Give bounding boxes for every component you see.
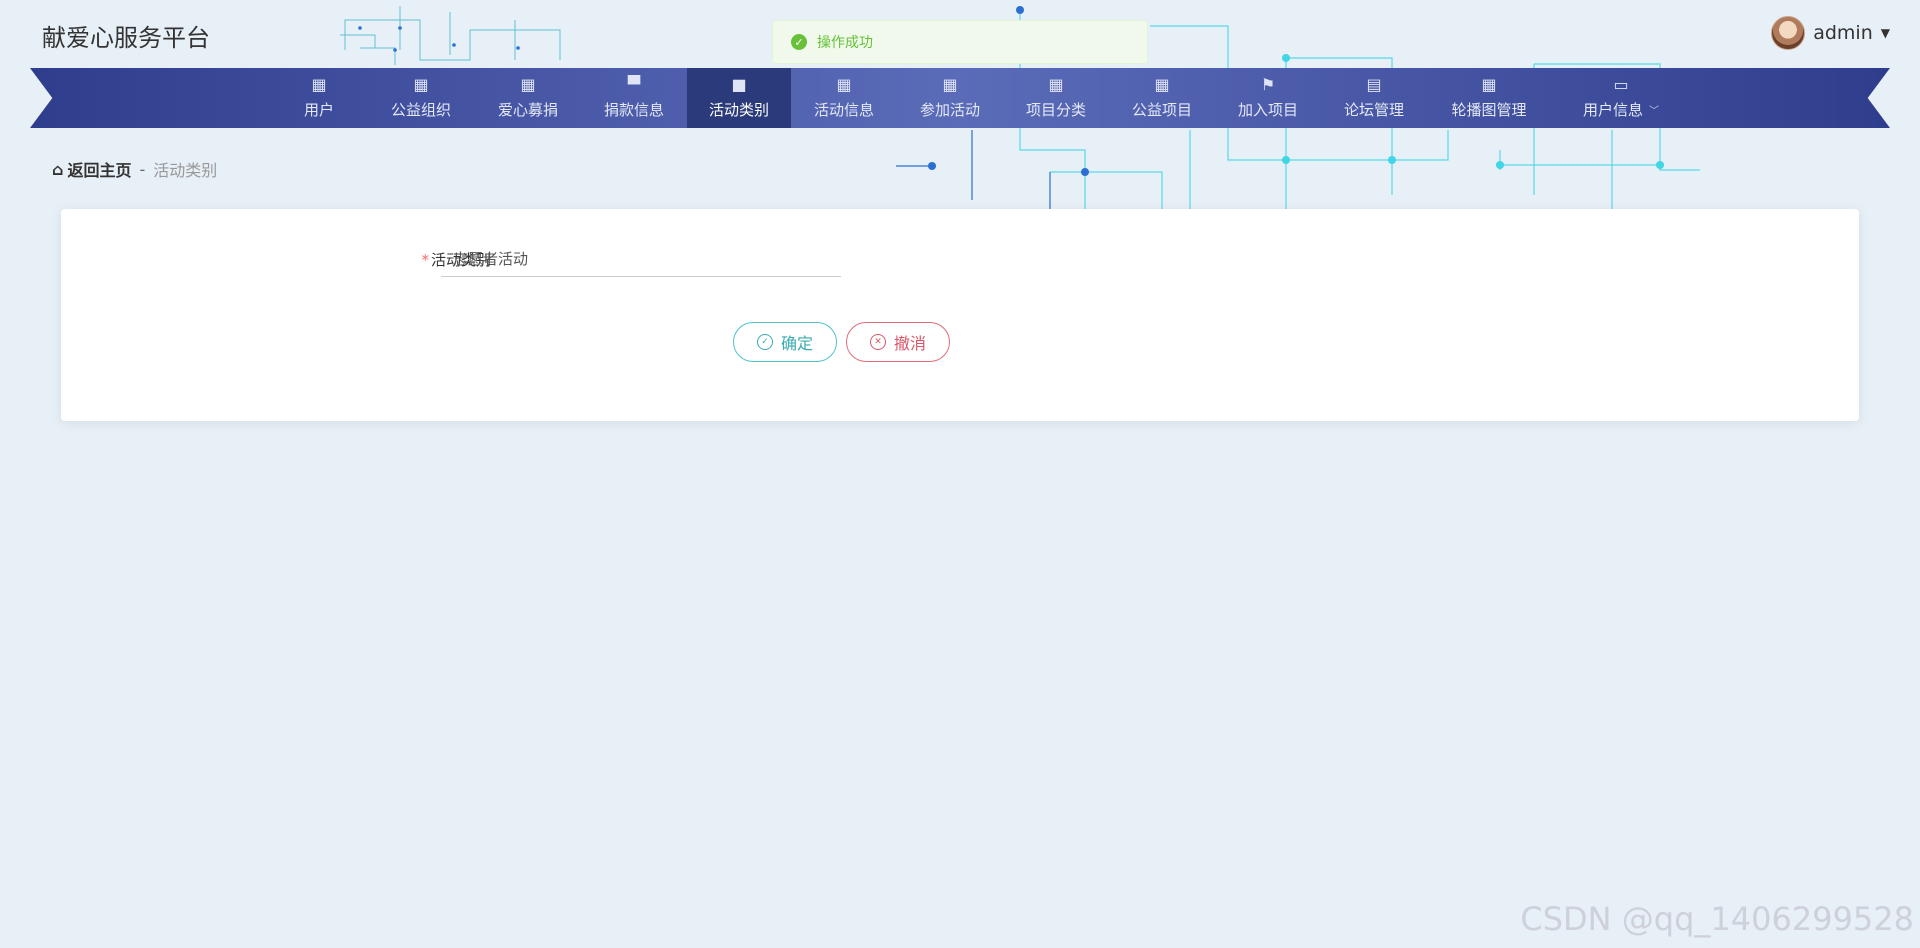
grid-icon: ▦ [311, 75, 327, 94]
activity-category-input[interactable] [441, 241, 841, 277]
nav-item-donation-info[interactable]: ▀ 捐款信息 [581, 68, 687, 128]
caret-down-icon[interactable]: ▼ [1881, 26, 1890, 40]
success-check-icon: ✓ [791, 34, 807, 50]
clipboard-icon: ▤ [1366, 75, 1382, 94]
confirm-button[interactable]: ✓ 确定 [733, 322, 837, 362]
avatar[interactable] [1771, 16, 1806, 50]
nav-item-activity-info[interactable]: ▦ 活动信息 [791, 68, 897, 128]
nav-item-label: 轮播图管理 [1451, 101, 1527, 119]
cancel-button[interactable]: ✕ 撤消 [846, 322, 950, 362]
nav-item-users[interactable]: ▦ 用户 [271, 68, 367, 128]
confirm-button-label: 确定 [780, 334, 813, 353]
nav-item-label: 公益组织 [390, 101, 451, 119]
main-navbar: ▦ 用户 ▦ 公益组织 ▦ 爱心募捐 ▀ 捐款信息 ■ 活动类别 ▦ 活动信息 … [30, 68, 1890, 128]
wallet-icon: ▭ [1613, 75, 1629, 94]
toast-message: 操作成功 [817, 35, 873, 51]
nav-item-activity-category[interactable]: ■ 活动类别 [687, 68, 791, 128]
nav-item-label: 爱心募捐 [497, 101, 558, 119]
nav-item-label: 用户信息 [1582, 101, 1643, 119]
grid-icon: ▦ [1481, 75, 1497, 94]
check-circle-icon: ✓ [756, 334, 773, 350]
breadcrumb-separator: - [139, 159, 146, 179]
nav-item-label: 项目分类 [1025, 101, 1086, 119]
cancel-button-label: 撤消 [893, 334, 926, 353]
nav-item-project-category[interactable]: ▦ 项目分类 [1003, 68, 1109, 128]
grid-icon: ▦ [836, 75, 852, 94]
watermark: CSDN @qq_1406299528 [1520, 900, 1914, 938]
grid-icon: ▦ [520, 75, 536, 94]
site-title: 献爱心服务平台 [42, 24, 210, 52]
nav-item-carousel-management[interactable]: ▦ 轮播图管理 [1427, 68, 1551, 128]
nav-item-forum-management[interactable]: ▤ 论坛管理 [1321, 68, 1427, 128]
required-mark: * [421, 251, 429, 269]
chevron-down-icon[interactable]: ﹀ [1649, 102, 1659, 117]
nav-menu: ▦ 用户 ▦ 公益组织 ▦ 爱心募捐 ▀ 捐款信息 ■ 活动类别 ▦ 活动信息 … [30, 68, 1691, 128]
grid-icon: ▦ [1154, 75, 1170, 94]
user-menu[interactable]: admin ▼ [1771, 16, 1890, 50]
nav-item-label: 公益项目 [1131, 101, 1192, 119]
close-circle-icon: ✕ [869, 334, 886, 350]
nav-item-label: 活动信息 [813, 101, 874, 119]
nav-item-join-project[interactable]: ⚑ 加入项目 [1215, 68, 1321, 128]
home-icon: ⌂ [52, 159, 64, 179]
nav-item-label: 加入项目 [1237, 101, 1298, 119]
breadcrumb-current: 活动类别 [153, 161, 218, 180]
nav-item-user-info-sub: 用户信息 ﹀ [1583, 99, 1659, 120]
nav-item-user-info[interactable]: ▭ 用户信息 ﹀ [1551, 68, 1691, 128]
form-panel: *活动类别 ✓ 确定 ✕ 撤消 [61, 209, 1859, 421]
nav-item-label: 捐款信息 [603, 101, 664, 119]
nav-item-join-activity[interactable]: ▦ 参加活动 [897, 68, 1003, 128]
briefcase-icon: ■ [731, 75, 747, 94]
grid-icon: ▦ [413, 75, 429, 94]
nav-item-fundraising[interactable]: ▦ 爱心募捐 [475, 68, 581, 128]
nav-item-label: 活动类别 [708, 101, 769, 119]
grid-icon: ▦ [942, 75, 958, 94]
breadcrumb: ⌂ 返回主页 - 活动类别 [52, 157, 217, 181]
nav-item-charity-orgs[interactable]: ▦ 公益组织 [367, 68, 475, 128]
username[interactable]: admin [1813, 22, 1873, 44]
breadcrumb-home[interactable]: ⌂ 返回主页 [52, 157, 131, 181]
nav-item-label: 参加活动 [919, 101, 980, 119]
desktop-icon: ▀ [627, 75, 641, 94]
nav-item-label: 论坛管理 [1343, 101, 1404, 119]
nav-item-label: 用户 [303, 101, 334, 119]
success-toast: ✓ 操作成功 [772, 20, 1148, 64]
breadcrumb-home-label[interactable]: 返回主页 [67, 157, 131, 181]
nav-item-charity-projects[interactable]: ▦ 公益项目 [1109, 68, 1215, 128]
grid-icon: ▦ [1048, 75, 1064, 94]
flag-icon: ⚑ [1260, 75, 1276, 94]
